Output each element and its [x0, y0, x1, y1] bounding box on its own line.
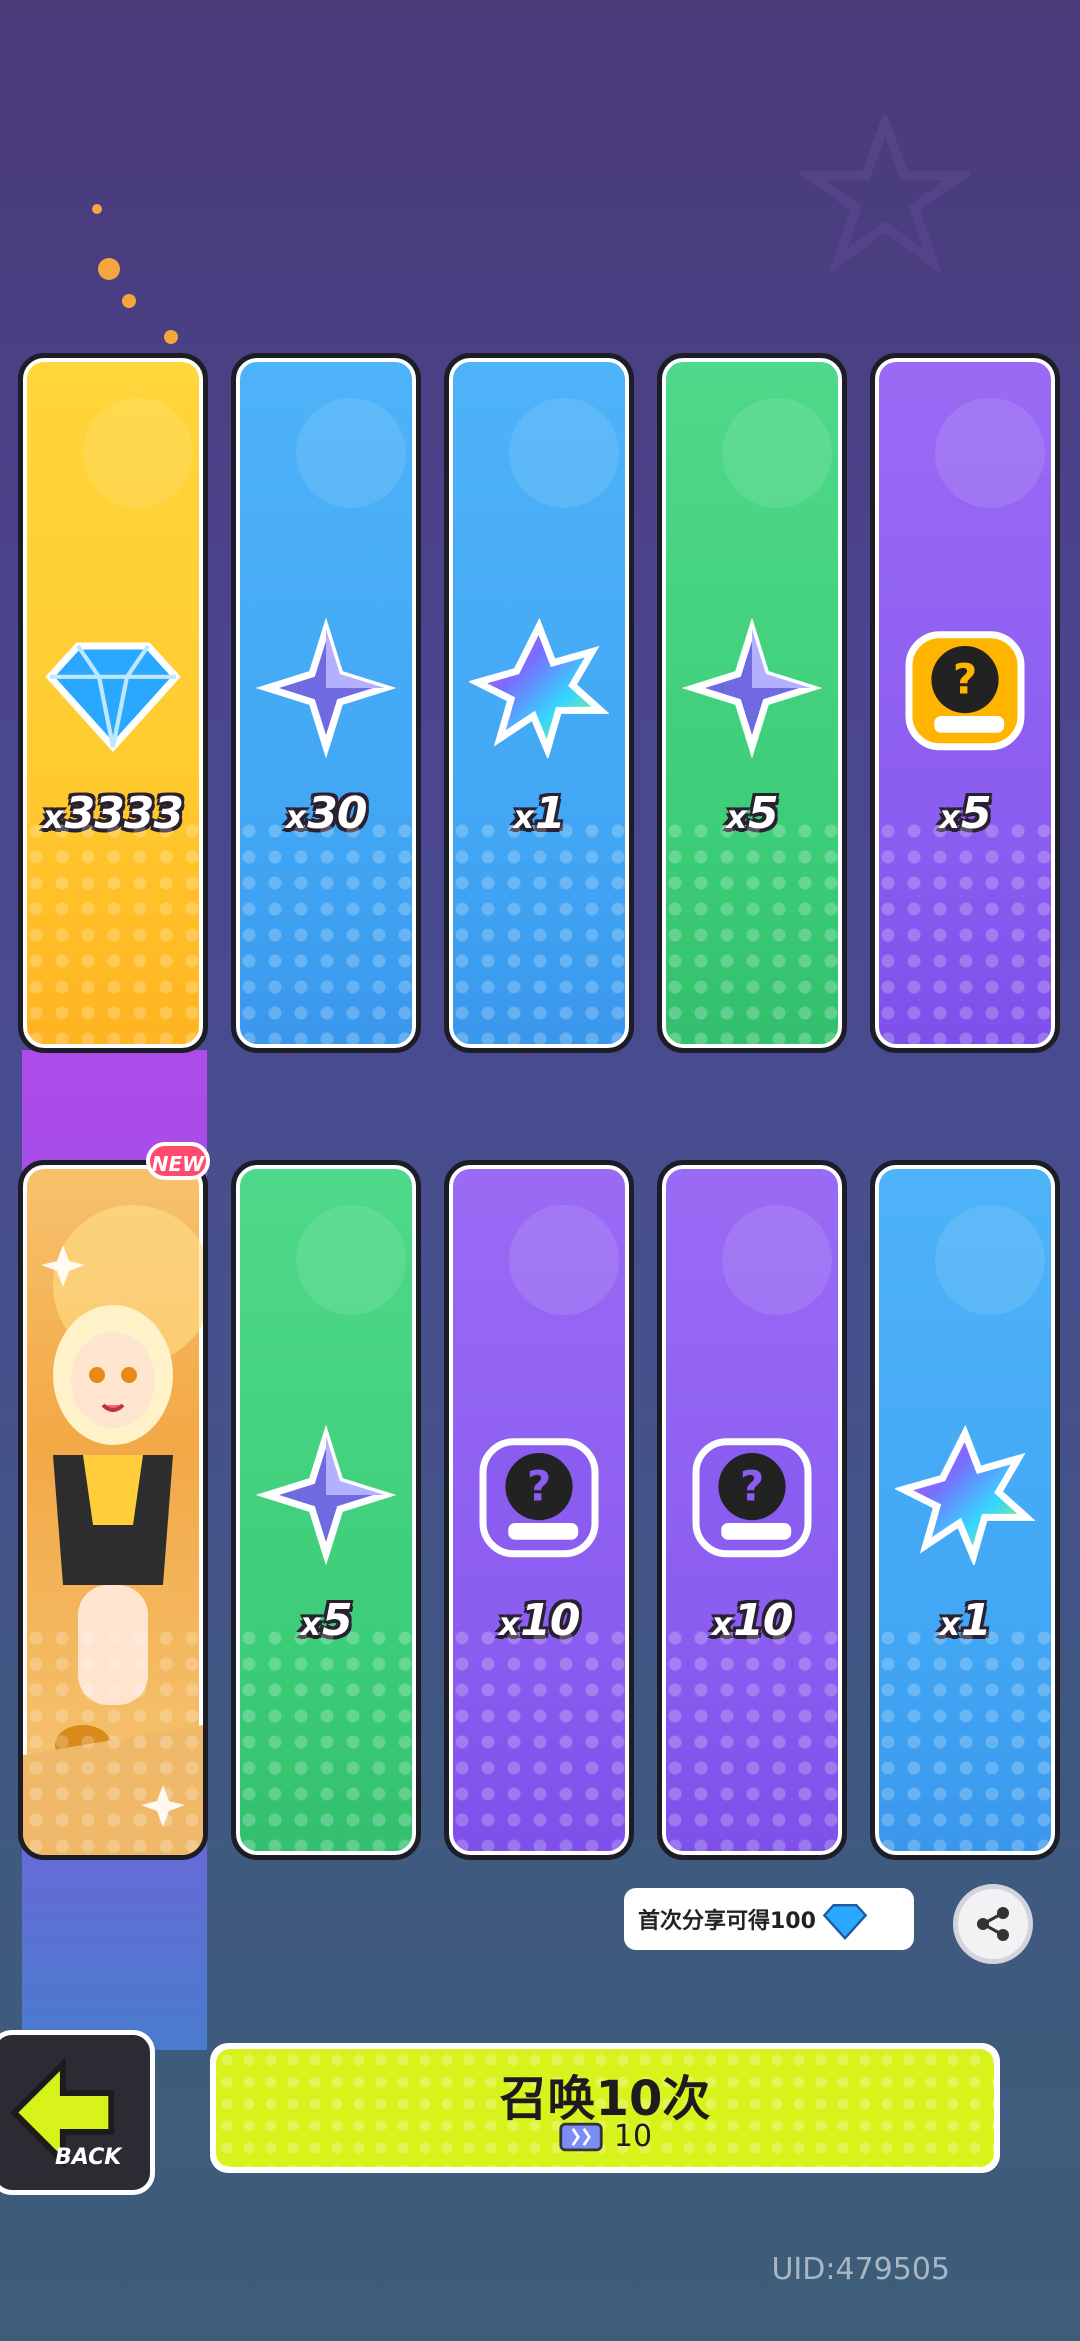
user-id: UID:479505: [771, 2252, 950, 2287]
sparkle-dot: [92, 204, 102, 214]
background-star-doodle: [800, 115, 970, 275]
summon-ten-button[interactable]: 召唤10次 10: [210, 2043, 1000, 2173]
reward-card[interactable]: x5: [657, 353, 847, 1053]
reward-quantity: x5: [300, 1595, 352, 1646]
splash-decoration: [935, 398, 1045, 508]
character-card[interactable]: [18, 1160, 208, 1860]
sparkle-dot: [122, 294, 136, 308]
reward-card[interactable]: ? x10: [444, 1160, 634, 1860]
splash-decoration: [722, 398, 832, 508]
splash-decoration: [296, 1205, 406, 1315]
reward-card[interactable]: x30: [231, 353, 421, 1053]
diamond-icon: [45, 642, 181, 753]
star-shard-icon: [682, 618, 822, 758]
star-shard-icon: [256, 618, 396, 758]
svg-text:?: ?: [740, 1462, 764, 1511]
sparkle-dot: [98, 258, 120, 280]
back-label: BACK: [55, 2145, 122, 2170]
splash-decoration: [935, 1205, 1045, 1315]
splash-decoration: [509, 1205, 619, 1315]
share-button[interactable]: [953, 1884, 1033, 1964]
reward-quantity: x1: [939, 1595, 991, 1646]
splash-decoration: [722, 1205, 832, 1315]
reward-card[interactable]: ? x10: [657, 1160, 847, 1860]
new-badge: NEW: [146, 1142, 210, 1180]
sparkle-dot: [164, 330, 178, 344]
reward-quantity: x10: [711, 1595, 794, 1646]
reward-card[interactable]: x5: [231, 1160, 421, 1860]
reward-card[interactable]: ? x5: [870, 353, 1060, 1053]
share-icon: [977, 1907, 1009, 1941]
reward-card[interactable]: x3333: [18, 353, 208, 1053]
reward-quantity: x1: [513, 788, 565, 839]
summon-cost: 10: [216, 2119, 994, 2154]
deity-mystery-icon: ?: [692, 1438, 812, 1558]
summon-cost-value: 10: [613, 2119, 653, 2154]
reward-quantity: x10: [498, 1595, 581, 1646]
back-button[interactable]: BACK: [0, 2030, 155, 2195]
reward-quantity: x3333: [42, 788, 184, 839]
share-reward-hint: 首次分享可得100: [624, 1888, 914, 1950]
deity-mystery-icon: ?: [479, 1438, 599, 1558]
svg-text:?: ?: [527, 1462, 551, 1511]
splash-decoration: [509, 398, 619, 508]
rainbow-leaf-icon: [469, 618, 609, 758]
share-reward-text: 首次分享可得100: [638, 1909, 816, 1934]
svg-text:?: ?: [953, 655, 977, 704]
diamond-icon: [822, 1904, 868, 1941]
ticket-icon: [559, 2122, 603, 2151]
character-portrait: [23, 1205, 203, 1855]
rainbow-leaf-icon: [895, 1425, 1035, 1565]
splash-decoration: [296, 398, 406, 508]
reward-quantity: x5: [726, 788, 778, 839]
star-shard-icon: [256, 1425, 396, 1565]
reward-quantity: x5: [939, 788, 991, 839]
deity-mystery-icon: ?: [905, 631, 1025, 751]
reward-card[interactable]: x1: [870, 1160, 1060, 1860]
reward-quantity: x30: [285, 788, 368, 839]
splash-decoration: [83, 398, 193, 508]
reward-card[interactable]: x1: [444, 353, 634, 1053]
